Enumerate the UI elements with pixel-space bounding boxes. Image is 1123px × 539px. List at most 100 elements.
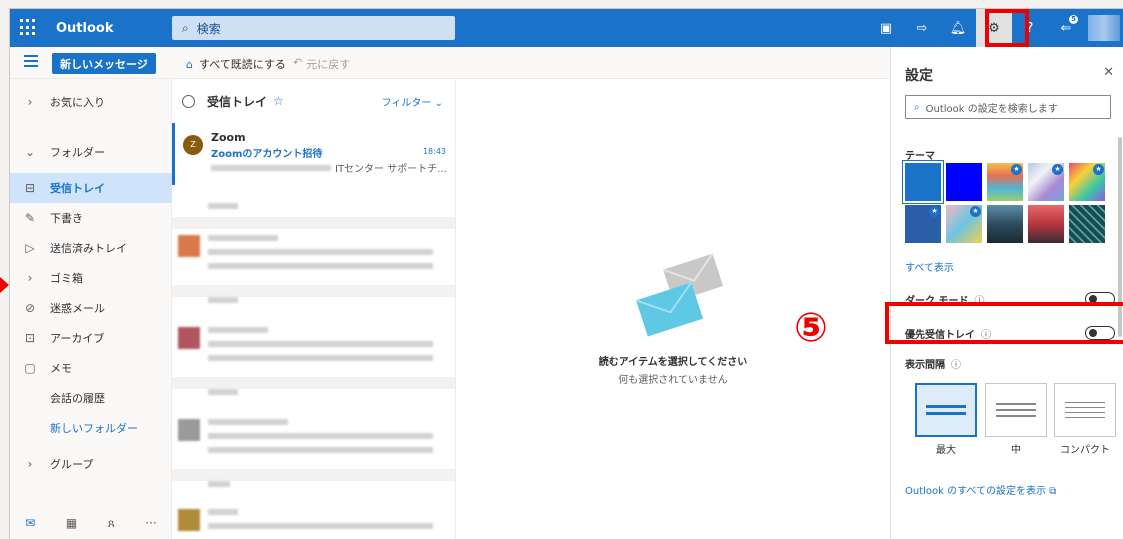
- theme-swatch[interactable]: ★: [946, 205, 982, 243]
- theme-swatch[interactable]: [987, 205, 1023, 243]
- redacted-text: [211, 164, 331, 171]
- notification-badge: 5: [1069, 15, 1078, 24]
- feedback-icon[interactable]: ⇐ 5: [1048, 9, 1084, 47]
- folder-conversation-history[interactable]: 会話の履歴: [10, 383, 172, 413]
- message-time: 18:43: [422, 147, 446, 156]
- folder-label: 迷惑メール: [50, 302, 105, 315]
- teams-icon[interactable]: ▣: [868, 9, 904, 47]
- folder-label: アーカイブ: [50, 332, 105, 345]
- pencil-icon: ✎: [24, 211, 36, 225]
- density-option-large[interactable]: 最大: [915, 383, 977, 456]
- density-option-medium[interactable]: 中: [985, 383, 1047, 456]
- theme-swatch[interactable]: ★: [905, 205, 941, 243]
- search-placeholder: 検索: [196, 21, 221, 36]
- module-switcher: ✉ ▦ ጸ ···: [10, 506, 172, 539]
- hamburger-icon[interactable]: [24, 55, 38, 70]
- chevron-right-icon: ›: [27, 95, 33, 109]
- folder-label: 送信済みトレイ: [50, 242, 127, 255]
- density-compact-icon: [1054, 383, 1116, 437]
- mark-all-read-button[interactable]: ⌂ すべて既読にする: [186, 56, 286, 72]
- theme-swatch[interactable]: [1069, 205, 1105, 243]
- divider: [172, 469, 455, 481]
- folder-label: 新しいフォルダー: [50, 422, 138, 435]
- folder-sent[interactable]: ▷ 送信済みトレイ: [10, 233, 172, 263]
- list-item[interactable]: [172, 321, 455, 381]
- reading-pane: 読むアイテムを選択してください 何も選択されていません ⑤: [456, 79, 890, 539]
- list-title: 受信トレイ: [207, 94, 268, 109]
- mail-icon[interactable]: ✉: [25, 516, 35, 530]
- filter-label: フィルター: [381, 97, 432, 109]
- search-icon: ⌕: [914, 101, 920, 113]
- message-sender: Zoom: [211, 131, 246, 144]
- todo-icon[interactable]: ⇨: [904, 9, 940, 47]
- filter-button[interactable]: フィルター ⌄: [382, 94, 443, 109]
- search-box[interactable]: ⌕ 検索: [172, 16, 455, 40]
- highlight-box-focused-inbox: [885, 302, 1123, 344]
- message-subject: Zoomのアカウント招待: [211, 149, 323, 160]
- info-icon[interactable]: ⓘ: [951, 356, 961, 371]
- list-item[interactable]: [172, 229, 455, 289]
- folder-favorites[interactable]: › お気に入り: [10, 87, 172, 117]
- select-all-checkbox[interactable]: [182, 94, 195, 108]
- folder-deleted[interactable]: › ゴミ箱: [10, 263, 172, 293]
- star-icon[interactable]: ☆: [273, 94, 284, 108]
- folder-label: フォルダー: [50, 146, 105, 159]
- theme-grid: ★ ★ ★ ★ ★: [903, 161, 1105, 243]
- app-launcher-icon[interactable]: [20, 19, 38, 37]
- chevron-right-icon: ›: [27, 271, 33, 285]
- undo-button[interactable]: ↶ 元に戻す: [293, 56, 350, 72]
- avatar[interactable]: [1088, 15, 1120, 41]
- folder-label: ゴミ箱: [50, 272, 83, 285]
- divider: [172, 377, 455, 389]
- new-folder-link[interactable]: 新しいフォルダー: [10, 413, 172, 443]
- settings-panel: 設定 ✕ ⌕ Outlook の設定を検索します テーマ ★ ★ ★ ★ ★ す…: [890, 47, 1123, 539]
- density-option-compact[interactable]: コンパクト: [1054, 383, 1116, 456]
- folder-groups[interactable]: › グループ: [10, 449, 172, 479]
- folder-archive[interactable]: ⊡ アーカイブ: [10, 323, 172, 353]
- inbox-icon: ⊟: [24, 181, 36, 195]
- close-icon[interactable]: ✕: [1103, 65, 1114, 80]
- folder-notes[interactable]: ▢ メモ: [10, 353, 172, 383]
- calendar-icon[interactable]: ▦: [66, 516, 77, 530]
- theme-swatch[interactable]: ★: [987, 163, 1023, 201]
- settings-search-placeholder: Outlook の設定を検索します: [925, 103, 1058, 115]
- chevron-down-icon: ⌄: [24, 145, 36, 159]
- folder-label: 下書き: [50, 212, 83, 225]
- list-item[interactable]: [172, 413, 455, 473]
- folder-drafts[interactable]: ✎ 下書き: [10, 203, 172, 233]
- divider: [172, 217, 455, 229]
- folder-junk[interactable]: ⊘ 迷惑メール: [10, 293, 172, 323]
- theme-swatch[interactable]: ★: [1069, 163, 1105, 201]
- app-name[interactable]: Outlook: [56, 21, 113, 36]
- folder-label: メモ: [50, 362, 72, 375]
- people-icon[interactable]: ጸ: [108, 516, 115, 531]
- folder-inbox[interactable]: ⊟ 受信トレイ: [10, 173, 172, 203]
- more-icon[interactable]: ···: [145, 516, 156, 530]
- theme-swatch[interactable]: [903, 161, 943, 203]
- star-badge-icon: ★: [1011, 164, 1022, 175]
- density-medium-icon: [985, 383, 1047, 437]
- external-link-icon: ⧉: [1049, 486, 1057, 497]
- show-all-themes-link[interactable]: すべて表示: [905, 259, 954, 274]
- message-preview: ITセンター サポートチ...: [211, 160, 447, 175]
- density-label: コンパクト: [1060, 445, 1110, 456]
- settings-search-input[interactable]: ⌕ Outlook の設定を検索します: [905, 95, 1111, 119]
- archive-icon: ⊡: [24, 331, 36, 345]
- chevron-right-icon: ›: [27, 457, 33, 471]
- message-item-selected[interactable]: Z Zoom Zoomのアカウント招待 18:43 ITセンター サポートチ..…: [172, 123, 455, 185]
- annotation-marker-arrow: [0, 277, 9, 293]
- theme-label: テーマ: [905, 151, 935, 162]
- bell-icon[interactable]: 🔔︎: [940, 9, 976, 47]
- theme-swatch[interactable]: [946, 163, 982, 201]
- new-message-button[interactable]: 新しいメッセージ: [52, 53, 156, 74]
- list-item[interactable]: [172, 503, 455, 539]
- star-badge-icon: ★: [1093, 164, 1104, 175]
- view-all-settings-link[interactable]: Outlook のすべての設定を表示 ⧉: [905, 482, 1056, 497]
- folder-folders[interactable]: ⌄ フォルダー: [10, 137, 172, 167]
- command-bar: 新しいメッセージ ⌂ すべて既読にする ↶ 元に戻す: [10, 47, 890, 79]
- star-badge-icon: ★: [1052, 164, 1063, 175]
- undo-icon: ↶: [293, 56, 303, 69]
- folder-label: 会話の履歴: [50, 392, 105, 405]
- theme-swatch[interactable]: [1028, 205, 1064, 243]
- theme-swatch[interactable]: ★: [1028, 163, 1064, 201]
